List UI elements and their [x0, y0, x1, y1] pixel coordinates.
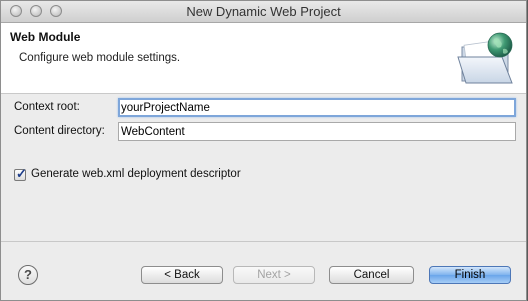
- content-directory-input[interactable]: [118, 122, 516, 141]
- page-description: Configure web module settings.: [19, 52, 181, 64]
- title-bar: New Dynamic Web Project: [1, 1, 526, 23]
- page-title: Web Module: [10, 30, 81, 44]
- context-root-label: Context root:: [14, 101, 80, 113]
- wizard-window: New Dynamic Web Project Web Module Confi…: [0, 0, 527, 301]
- content-directory-row: Content directory:: [1, 122, 526, 142]
- context-root-input[interactable]: [118, 98, 516, 117]
- generate-descriptor-label[interactable]: Generate web.xml deployment descriptor: [31, 168, 241, 180]
- wizard-header: Web Module Configure web module settings…: [1, 23, 526, 94]
- next-button[interactable]: Next >: [233, 266, 315, 284]
- back-button[interactable]: < Back: [141, 266, 223, 284]
- footer-divider: [1, 241, 526, 242]
- checkmark-icon: ✓: [16, 166, 27, 181]
- cancel-button[interactable]: Cancel: [329, 266, 414, 284]
- help-icon[interactable]: ?: [18, 265, 38, 285]
- context-root-row: Context root:: [1, 98, 526, 118]
- finish-button[interactable]: Finish: [429, 266, 511, 284]
- generate-descriptor-checkbox[interactable]: ✓: [14, 166, 27, 181]
- window-title: New Dynamic Web Project: [186, 4, 341, 19]
- content-directory-label: Content directory:: [14, 125, 105, 137]
- folder-globe-icon: [457, 32, 513, 84]
